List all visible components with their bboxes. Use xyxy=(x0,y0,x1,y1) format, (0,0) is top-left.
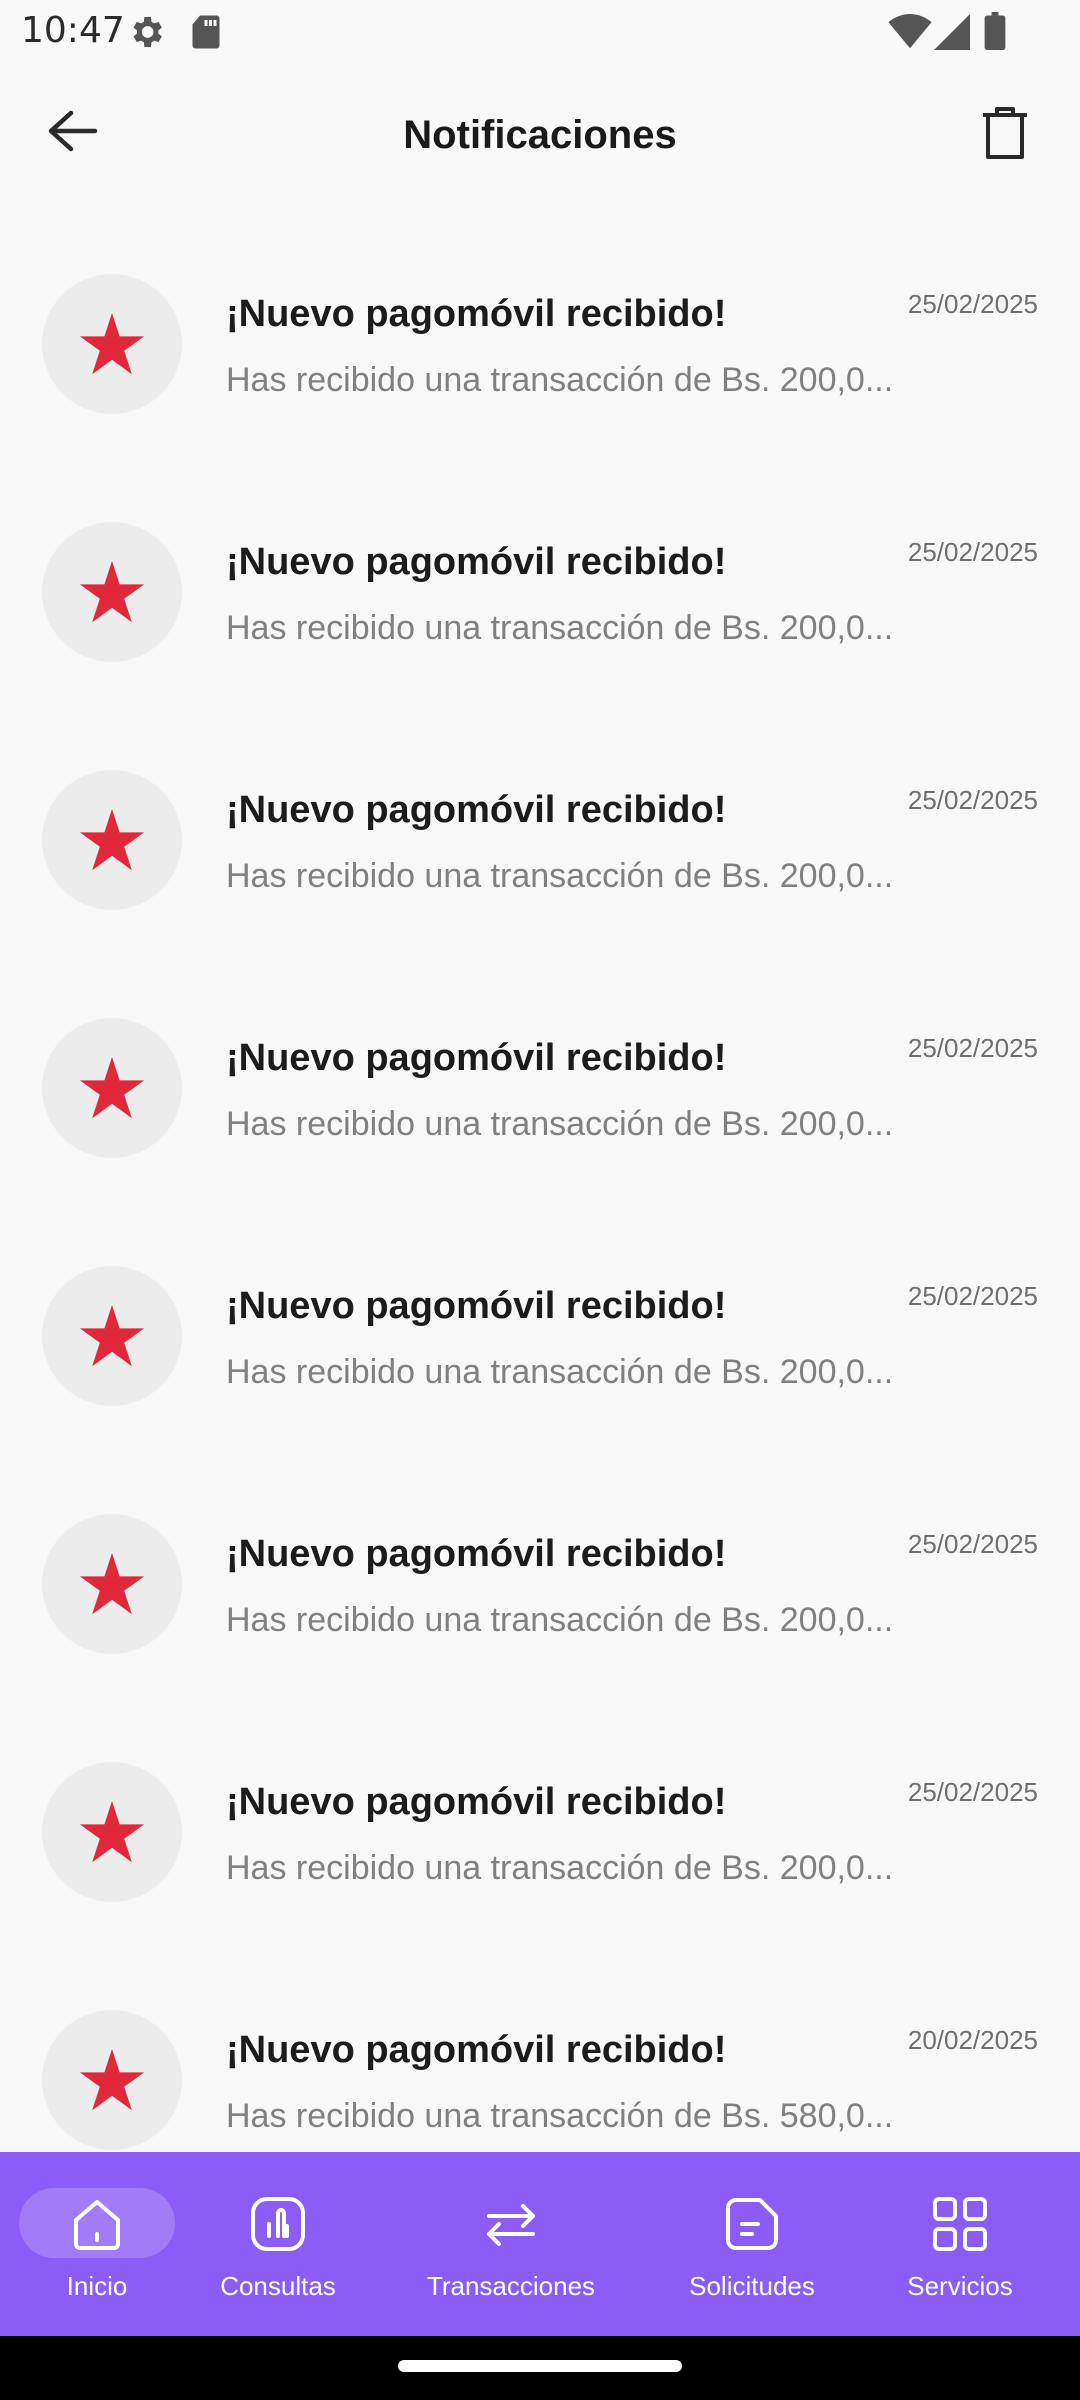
notification-avatar xyxy=(42,770,182,910)
nav-label: Transacciones xyxy=(426,2271,596,2301)
nav-label: Consultas xyxy=(220,2271,336,2301)
notification-item[interactable]: ¡Nuevo pagomóvil recibido! 25/02/2025 Ha… xyxy=(0,232,1080,480)
nav-label: Solicitudes xyxy=(689,2271,815,2301)
notification-item[interactable]: ¡Nuevo pagomóvil recibido! 25/02/2025 Ha… xyxy=(0,1720,1080,1968)
notification-avatar xyxy=(42,274,182,414)
notification-date: 25/02/2025 xyxy=(907,785,1038,815)
star-icon xyxy=(80,1057,144,1119)
notification-date: 25/02/2025 xyxy=(907,537,1038,567)
bottom-navigation: Inicio Consultas Transacciones Solicitud… xyxy=(0,2152,1080,2336)
notification-item[interactable]: ¡Nuevo pagomóvil recibido! 20/02/2025 Ha… xyxy=(0,1968,1080,2152)
notification-title: ¡Nuevo pagomóvil recibido! xyxy=(226,1285,727,1327)
notification-title: ¡Nuevo pagomóvil recibido! xyxy=(226,293,727,335)
notification-body: Has recibido una transacción de Bs. 200,… xyxy=(226,609,894,647)
notification-item[interactable]: ¡Nuevo pagomóvil recibido! 25/02/2025 Ha… xyxy=(0,1224,1080,1472)
trash-icon xyxy=(983,107,1027,159)
notification-item[interactable]: ¡Nuevo pagomóvil recibido! 25/02/2025 Ha… xyxy=(0,976,1080,1224)
notification-title: ¡Nuevo pagomóvil recibido! xyxy=(226,1037,727,1079)
notification-title: ¡Nuevo pagomóvil recibido! xyxy=(226,2029,727,2071)
notification-list: ¡Nuevo pagomóvil recibido! 25/02/2025 Ha… xyxy=(0,232,1080,2152)
star-icon xyxy=(80,1305,144,1367)
notification-date: 25/02/2025 xyxy=(907,1033,1038,1063)
notification-title: ¡Nuevo pagomóvil recibido! xyxy=(226,541,727,583)
notification-avatar xyxy=(42,522,182,662)
nav-item-servicios[interactable]: Servicios xyxy=(880,2152,1040,2336)
notification-avatar xyxy=(42,1018,182,1158)
transfer-arrows-icon xyxy=(487,2204,535,2246)
home-icon xyxy=(74,2200,120,2250)
notification-body: Has recibido una transacción de Bs. 200,… xyxy=(226,1601,894,1639)
star-icon xyxy=(80,313,144,375)
notification-avatar xyxy=(42,1266,182,1406)
notification-avatar xyxy=(42,1762,182,1902)
star-icon xyxy=(80,1553,144,1615)
notification-item[interactable]: ¡Nuevo pagomóvil recibido! 25/02/2025 Ha… xyxy=(0,480,1080,728)
notification-avatar xyxy=(42,1514,182,1654)
nav-label: Inicio xyxy=(66,2271,128,2301)
notification-title: ¡Nuevo pagomóvil recibido! xyxy=(226,1781,727,1823)
nav-item-consultas[interactable]: Consultas xyxy=(194,2152,362,2336)
notification-item[interactable]: ¡Nuevo pagomóvil recibido! 25/02/2025 Ha… xyxy=(0,728,1080,976)
notification-date: 25/02/2025 xyxy=(907,1281,1038,1311)
wifi-icon xyxy=(888,14,932,49)
notification-body: Has recibido una transacción de Bs. 200,… xyxy=(226,361,894,399)
notification-body: Has recibido una transacción de Bs. 200,… xyxy=(226,857,894,895)
notification-date: 25/02/2025 xyxy=(907,1777,1038,1807)
nav-item-transacciones[interactable]: Transacciones xyxy=(410,2152,612,2336)
star-icon xyxy=(80,809,144,871)
signal-icon xyxy=(934,14,970,50)
nav-label: Servicios xyxy=(907,2271,1013,2301)
notification-title: ¡Nuevo pagomóvil recibido! xyxy=(226,1533,727,1575)
home-gesture-handle[interactable] xyxy=(398,2360,682,2372)
delete-all-button[interactable] xyxy=(960,94,1050,174)
nav-item-inicio[interactable]: Inicio xyxy=(0,2152,194,2336)
notification-title: ¡Nuevo pagomóvil recibido! xyxy=(226,789,727,831)
notification-body: Has recibido una transacción de Bs. 200,… xyxy=(226,1849,894,1887)
notification-body: Has recibido una transacción de Bs. 580,… xyxy=(226,2097,894,2135)
notification-body: Has recibido una transacción de Bs. 200,… xyxy=(226,1353,894,1391)
chart-icon xyxy=(251,2197,305,2251)
document-icon xyxy=(726,2198,778,2250)
notification-body: Has recibido una transacción de Bs. 200,… xyxy=(226,1105,894,1143)
notification-date: 25/02/2025 xyxy=(907,289,1038,319)
sd-card-icon xyxy=(192,15,220,49)
notification-avatar xyxy=(42,2010,182,2150)
status-bar: 10:47 xyxy=(0,0,1080,62)
notification-date: 20/02/2025 xyxy=(907,2025,1038,2055)
star-icon xyxy=(80,1801,144,1863)
status-time: 10:47 xyxy=(21,10,125,51)
nav-item-solicitudes[interactable]: Solicitudes xyxy=(652,2152,852,2336)
app-bar: Notificaciones xyxy=(0,62,1080,212)
gear-icon xyxy=(133,17,162,47)
grid-icon xyxy=(933,2197,987,2251)
page-title: Notificaciones xyxy=(403,113,677,157)
notification-date: 25/02/2025 xyxy=(907,1529,1038,1559)
notification-item[interactable]: ¡Nuevo pagomóvil recibido! 25/02/2025 Ha… xyxy=(0,1472,1080,1720)
battery-icon xyxy=(984,12,1006,50)
star-icon xyxy=(80,2049,144,2111)
system-navigation-area xyxy=(0,2336,1080,2400)
star-icon xyxy=(80,561,144,623)
